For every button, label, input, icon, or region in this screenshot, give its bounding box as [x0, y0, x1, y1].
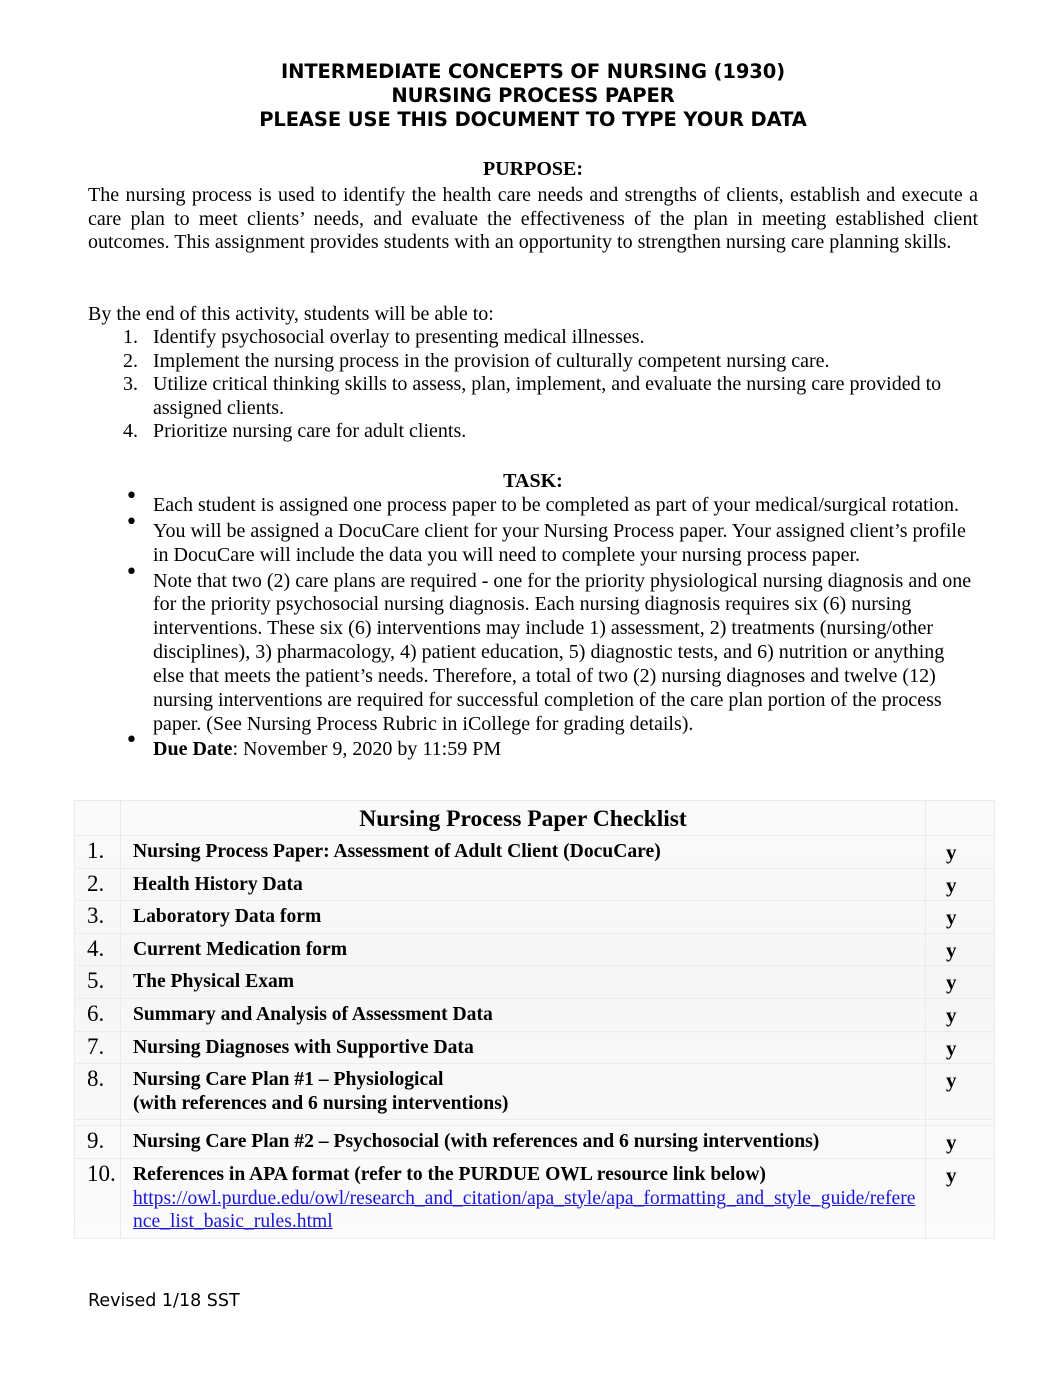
row-item: Laboratory Data form	[120, 900, 926, 934]
row-number: 4.	[74, 932, 121, 967]
row-number: 5.	[74, 965, 121, 999]
row-check[interactable]: y	[925, 1030, 995, 1065]
bullet-icon: •	[125, 509, 138, 535]
row-check[interactable]: y	[925, 835, 995, 869]
checklist-title: Nursing Process Paper Checklist	[120, 800, 926, 836]
row-item: Nursing Care Plan #2 – Psychosocial (wit…	[120, 1125, 926, 1159]
row-item-line2: (with references and 6 nursing intervent…	[133, 1092, 509, 1114]
task-text: You will be assigned a DocuCare client f…	[153, 519, 966, 566]
row-number: 7.	[74, 1030, 121, 1065]
table-row: 6. Summary and Analysis of Assessment Da…	[74, 997, 995, 1032]
checklist-table: Nursing Process Paper Checklist 1. Nursi…	[74, 800, 995, 1239]
row-number: 8.	[74, 1063, 121, 1121]
row-check[interactable]: y	[925, 965, 995, 999]
task-text: Each student is assigned one process pap…	[153, 494, 960, 516]
title-line-3: PLEASE USE THIS DOCUMENT TO TYPE YOUR DA…	[259, 108, 807, 132]
bullet-icon: •	[125, 484, 138, 509]
row-check[interactable]: y	[925, 932, 995, 967]
objective-text: Utilize critical thinking skills to asse…	[153, 373, 942, 419]
row-item: Nursing Care Plan #1 – Physiological (wi…	[120, 1063, 926, 1121]
checklist-header-row: Nursing Process Paper Checklist	[74, 800, 995, 836]
title-line-2: NURSING PROCESS PAPER	[391, 84, 675, 108]
row-check[interactable]: y	[925, 997, 995, 1032]
row-number: 2.	[74, 867, 121, 902]
row-item: Health History Data	[120, 867, 926, 902]
title-line-1: INTERMEDIATE CONCEPTS OF NURSING (1930)	[280, 60, 786, 83]
task-text: Note that two (2) care plans are require…	[153, 569, 972, 735]
row-number: 3.	[74, 900, 121, 934]
table-row: 8. Nursing Care Plan #1 – Physiological …	[74, 1063, 995, 1121]
row-check[interactable]: y	[925, 867, 995, 902]
objectives-list: 1. Identify psychosocial overlay to pres…	[88, 326, 978, 444]
purpose-paragraph: The nursing process is used to identify …	[88, 184, 978, 254]
bullet-icon: •	[125, 559, 138, 585]
row-check[interactable]: y	[925, 1063, 995, 1121]
objective-number: 1.	[123, 326, 138, 348]
row-item: References in APA format (refer to the P…	[120, 1157, 926, 1239]
checklist-table-container: Nursing Process Paper Checklist 1. Nursi…	[74, 800, 995, 1239]
objective-number: 2.	[123, 349, 138, 372]
objective-item: 1. Identify psychosocial overlay to pres…	[88, 326, 978, 350]
table-row: 2. Health History Data y	[74, 867, 995, 902]
objective-text: Identify psychosocial overlay to present…	[153, 326, 645, 348]
header-check-cell	[925, 800, 995, 836]
table-row: 3. Laboratory Data form y	[74, 900, 995, 934]
row-number: 10.	[74, 1157, 121, 1239]
objective-item: 2. Implement the nursing process in the …	[88, 350, 978, 374]
document-title: INTERMEDIATE CONCEPTS OF NURSING (1930) …	[88, 60, 978, 133]
objectives-intro: By the end of this activity, students wi…	[88, 303, 494, 325]
task-item-due-date: • Due Date: November 9, 2020 by 11:59 PM	[88, 729, 978, 762]
table-row: 7. Nursing Diagnoses with Supportive Dat…	[74, 1030, 995, 1065]
row-number: 1.	[74, 835, 121, 869]
row-item: Nursing Process Paper: Assessment of Adu…	[120, 835, 926, 869]
row-item: Summary and Analysis of Assessment Data	[120, 997, 926, 1032]
row-number: 9.	[74, 1125, 121, 1159]
objective-text: Implement the nursing process in the pro…	[153, 349, 830, 372]
row-number: 6.	[74, 997, 121, 1032]
objective-number: 4.	[123, 420, 138, 443]
table-row: 5. The Physical Exam y	[74, 965, 995, 999]
purpose-heading: PURPOSE:	[483, 158, 583, 180]
row-item: Current Medication form	[120, 932, 926, 967]
row-check[interactable]: y	[925, 900, 995, 934]
table-row: 1. Nursing Process Paper: Assessment of …	[74, 835, 995, 869]
row-check[interactable]: y	[925, 1157, 995, 1239]
due-date-label: Due Date	[153, 738, 233, 761]
bullet-icon: •	[125, 728, 138, 754]
purdue-owl-link[interactable]: https://owl.purdue.edu/owl/research_and_…	[133, 1187, 921, 1234]
table-row: 4. Current Medication form y	[74, 932, 995, 967]
objective-number: 3.	[123, 373, 138, 396]
task-item: • You will be assigned a DocuCare client…	[88, 510, 978, 568]
task-item: • Note that two (2) care plans are requi…	[88, 560, 978, 737]
footer-revised-text: Revised 1/18 SST	[88, 1291, 240, 1311]
objective-item: 4. Prioritize nursing care for adult cli…	[88, 420, 978, 444]
table-row: 10. References in APA format (refer to t…	[74, 1157, 995, 1239]
task-list: • Each student is assigned one process p…	[88, 485, 978, 764]
row-item: Nursing Diagnoses with Supportive Data	[120, 1030, 926, 1065]
header-num-cell	[74, 800, 121, 836]
row-check[interactable]: y	[925, 1125, 995, 1159]
row-item-line1: Nursing Care Plan #1 – Physiological	[133, 1069, 444, 1091]
objective-text: Prioritize nursing care for adult client…	[153, 420, 467, 443]
document-page: INTERMEDIATE CONCEPTS OF NURSING (1930) …	[0, 0, 1062, 1377]
objective-item: 3. Utilize critical thinking skills to a…	[88, 373, 978, 420]
row-item: The Physical Exam	[120, 965, 926, 999]
task-heading: TASK:	[503, 470, 563, 492]
due-date-value: : November 9, 2020 by 11:59 PM	[232, 738, 502, 761]
task-item: • Each student is assigned one process p…	[88, 485, 978, 518]
row-item-line1: References in APA format (refer to the P…	[133, 1163, 766, 1185]
table-row: 9. Nursing Care Plan #2 – Psychosocial (…	[74, 1125, 995, 1159]
